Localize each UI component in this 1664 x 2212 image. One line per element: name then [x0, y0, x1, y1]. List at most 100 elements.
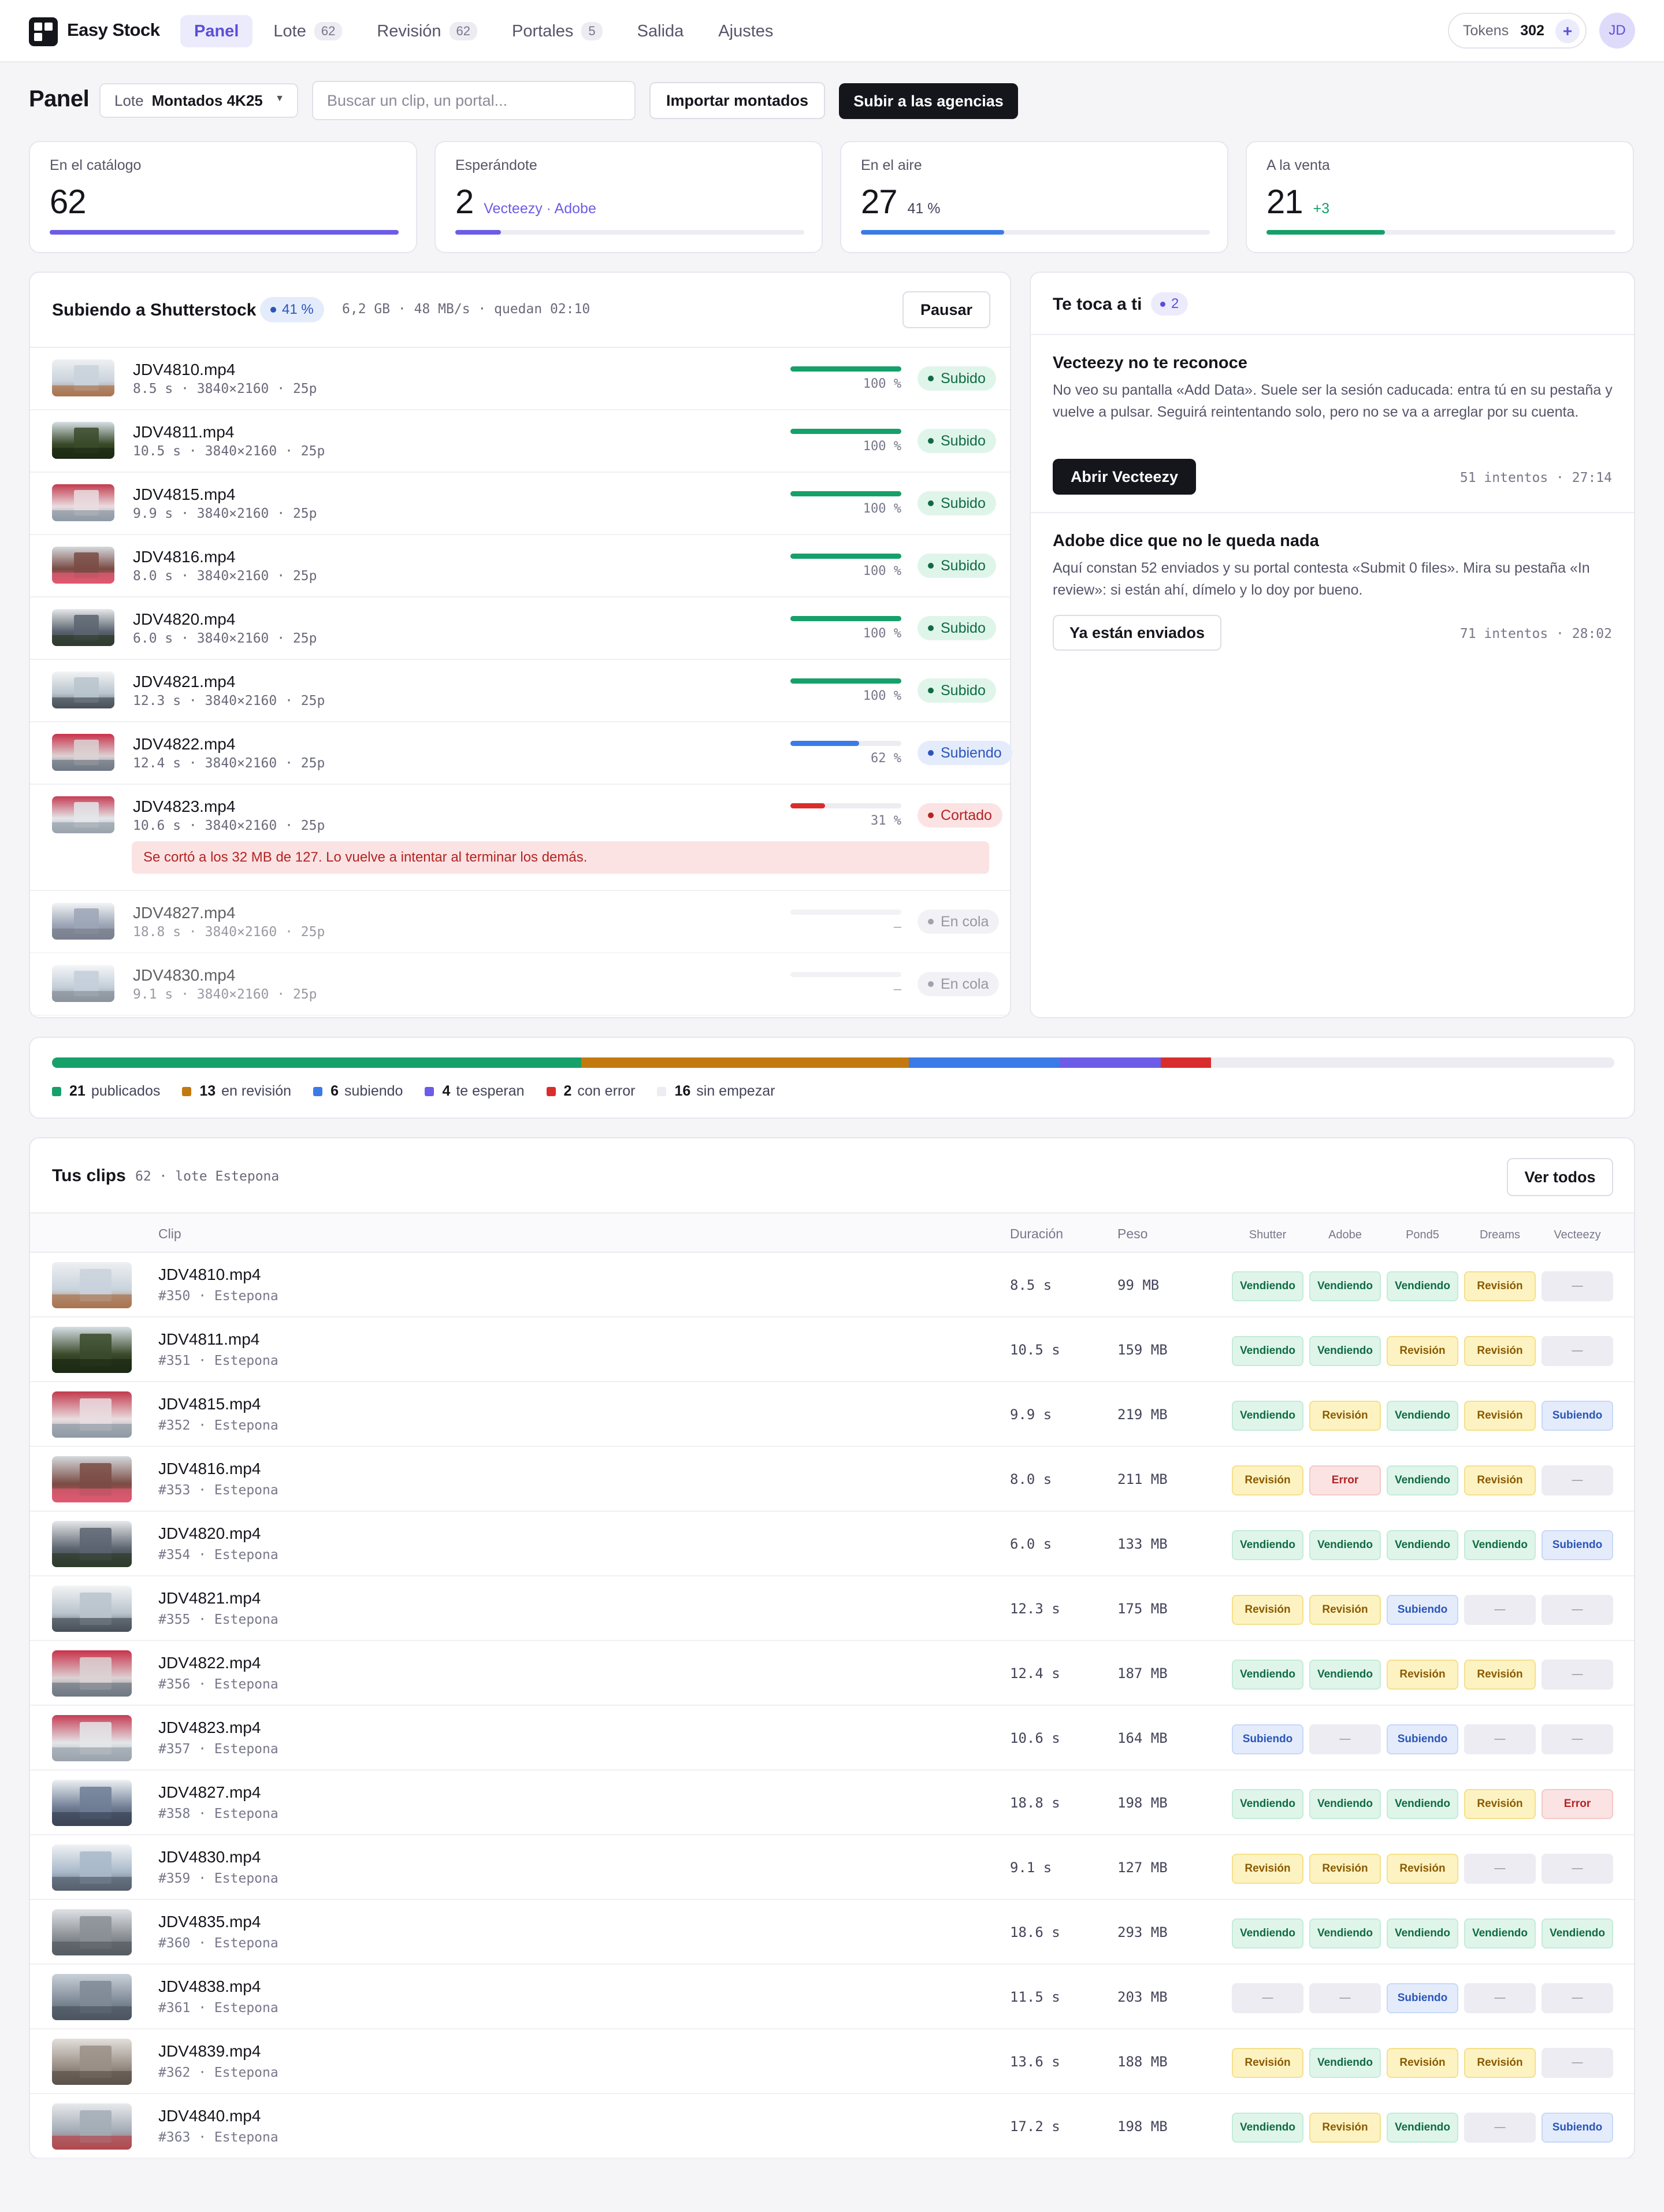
clip-thumbnail[interactable]	[52, 1391, 132, 1438]
table-row[interactable]: JDV4823.mp4 #357 · Estepona 10.6 s 164 MB Su…	[30, 1706, 1634, 1771]
portal-status-badge[interactable]: Subiendo	[1232, 1724, 1303, 1754]
portal-status-badge[interactable]: Vendiendo	[1464, 1918, 1536, 1949]
clip-thumbnail[interactable]	[52, 609, 114, 646]
portal-status-badge[interactable]: Revisión	[1387, 1336, 1458, 1366]
portal-status-badge[interactable]: Revisión	[1309, 1854, 1381, 1884]
portal-status-badge[interactable]: Subiendo	[1542, 1530, 1613, 1560]
upload-row[interactable]: JDV4827.mp4 18.8 s · 3840×2160 · 25p — En c…	[30, 891, 1010, 953]
search-input[interactable]	[312, 81, 636, 120]
nav-item-ajustes[interactable]: Ajustes	[704, 15, 787, 47]
portal-status-badge[interactable]: Error	[1542, 1789, 1613, 1819]
portal-status-badge[interactable]: Revisión	[1232, 1465, 1303, 1495]
avatar[interactable]: JD	[1599, 13, 1635, 49]
table-row[interactable]: JDV4810.mp4 #350 · Estepona 8.5 s 99 MB Vend…	[30, 1253, 1634, 1317]
portal-status-badge[interactable]: Vendiendo	[1309, 1789, 1381, 1819]
column-size[interactable]: Peso	[1117, 1226, 1147, 1242]
portal-status-badge[interactable]: Vendiendo	[1232, 1789, 1303, 1819]
already-sent-button[interactable]: Ya están enviados	[1053, 615, 1221, 651]
portal-status-badge[interactable]: Revisión	[1464, 2048, 1536, 2078]
portal-status-badge[interactable]: Vendiendo	[1232, 1530, 1303, 1560]
portal-status-badge[interactable]: Vendiendo	[1232, 1660, 1303, 1690]
portal-status-badge[interactable]: —	[1464, 2113, 1536, 2143]
clip-thumbnail[interactable]	[52, 422, 114, 459]
portal-status-badge[interactable]: —	[1542, 1336, 1613, 1366]
upload-row[interactable]: JDV4823.mp4 10.6 s · 3840×2160 · 25p 31 % C…	[30, 785, 1010, 891]
portal-status-badge[interactable]: Revisión	[1232, 1854, 1303, 1884]
portal-status-badge[interactable]: Subiendo	[1387, 1724, 1458, 1754]
portal-status-badge[interactable]: Revisión	[1464, 1465, 1536, 1495]
portal-status-badge[interactable]: Vendiendo	[1542, 1918, 1613, 1949]
table-row[interactable]: JDV4840.mp4 #363 · Estepona 17.2 s 198 MB Ve…	[30, 2094, 1634, 2159]
clip-thumbnail[interactable]	[52, 1844, 132, 1891]
open-vecteezy-button[interactable]: Abrir Vecteezy	[1053, 459, 1196, 495]
portal-status-badge[interactable]: Vendiendo	[1309, 1271, 1381, 1301]
clip-thumbnail[interactable]	[52, 2039, 132, 2085]
lote-select[interactable]: Lote Montados 4K25 ▼	[99, 83, 298, 118]
portal-status-badge[interactable]: Vendiendo	[1387, 1530, 1458, 1560]
column-duration[interactable]: Duración	[1010, 1226, 1063, 1242]
clip-thumbnail[interactable]	[52, 1456, 132, 1502]
portal-status-badge[interactable]: —	[1309, 1983, 1381, 2013]
portal-status-badge[interactable]: Revisión	[1464, 1789, 1536, 1819]
portal-status-badge[interactable]: Revisión	[1464, 1401, 1536, 1431]
portal-status-badge[interactable]: —	[1542, 1724, 1613, 1754]
clip-thumbnail[interactable]	[52, 1780, 132, 1826]
portal-status-badge[interactable]: —	[1464, 1595, 1536, 1625]
upload-row[interactable]: JDV4820.mp4 6.0 s · 3840×2160 · 25p 100 % S…	[30, 597, 1010, 660]
table-row[interactable]: JDV4838.mp4 #361 · Estepona 11.5 s 203 MB — —…	[30, 1965, 1634, 2029]
clip-thumbnail[interactable]	[52, 796, 114, 833]
nav-item-portales[interactable]: Portales 5	[498, 15, 616, 47]
upload-row[interactable]: JDV4811.mp4 10.5 s · 3840×2160 · 25p 100 %…	[30, 410, 1010, 473]
portal-status-badge[interactable]: —	[1542, 1854, 1613, 1884]
import-button[interactable]: Importar montados	[649, 82, 825, 119]
clip-thumbnail[interactable]	[52, 484, 114, 521]
portal-status-badge[interactable]: Subiendo	[1542, 2113, 1613, 2143]
portal-status-badge[interactable]: Revisión	[1387, 2048, 1458, 2078]
portal-status-badge[interactable]: —	[1464, 1854, 1536, 1884]
clip-thumbnail[interactable]	[52, 2103, 132, 2150]
add-tokens-button[interactable]: +	[1555, 19, 1580, 43]
portal-status-badge[interactable]: —	[1309, 1724, 1381, 1754]
portal-status-badge[interactable]: Subiendo	[1387, 1595, 1458, 1625]
portal-status-badge[interactable]: —	[1232, 1983, 1303, 2013]
clip-thumbnail[interactable]	[52, 359, 114, 396]
table-row[interactable]: JDV4821.mp4 #355 · Estepona 12.3 s 175 MB Re…	[30, 1576, 1634, 1641]
app-logo-icon[interactable]	[29, 17, 58, 46]
portal-status-badge[interactable]: —	[1464, 1724, 1536, 1754]
portal-status-badge[interactable]: Vendiendo	[1309, 1530, 1381, 1560]
portal-status-badge[interactable]: Revisión	[1464, 1660, 1536, 1690]
portal-status-badge[interactable]: Vendiendo	[1309, 2048, 1381, 2078]
clip-thumbnail[interactable]	[52, 1586, 132, 1632]
portal-status-badge[interactable]: Error	[1309, 1465, 1381, 1495]
clip-thumbnail[interactable]	[52, 547, 114, 584]
portal-status-badge[interactable]: Vendiendo	[1232, 2113, 1303, 2143]
upload-row[interactable]: JDV4810.mp4 8.5 s · 3840×2160 · 25p 100 % S…	[30, 348, 1010, 410]
table-row[interactable]: JDV4816.mp4 #353 · Estepona 8.0 s 211 MB Rev…	[30, 1447, 1634, 1512]
portal-status-badge[interactable]: Vendiendo	[1232, 1401, 1303, 1431]
clip-thumbnail[interactable]	[52, 903, 114, 940]
clip-thumbnail[interactable]	[52, 1650, 132, 1697]
table-row[interactable]: JDV4839.mp4 #362 · Estepona 13.6 s 188 MB Re…	[30, 2029, 1634, 2094]
portal-status-badge[interactable]: Revisión	[1387, 1660, 1458, 1690]
portal-status-badge[interactable]: —	[1542, 1983, 1613, 2013]
pause-button[interactable]: Pausar	[902, 291, 990, 328]
clip-thumbnail[interactable]	[52, 1909, 132, 1955]
table-row[interactable]: JDV4811.mp4 #351 · Estepona 10.5 s 159 MB Ve…	[30, 1317, 1634, 1382]
portal-status-badge[interactable]: Vendiendo	[1309, 1336, 1381, 1366]
portal-status-badge[interactable]: Vendiendo	[1387, 1465, 1458, 1495]
portal-status-badge[interactable]: —	[1542, 1465, 1613, 1495]
portal-status-badge[interactable]: Vendiendo	[1387, 1401, 1458, 1431]
clip-thumbnail[interactable]	[52, 1974, 132, 2020]
upload-row[interactable]: JDV4821.mp4 12.3 s · 3840×2160 · 25p 100 %…	[30, 660, 1010, 722]
portal-status-badge[interactable]: —	[1542, 2048, 1613, 2078]
nav-item-lote[interactable]: Lote 62	[259, 15, 356, 47]
portal-status-badge[interactable]: Vendiendo	[1309, 1918, 1381, 1949]
table-row[interactable]: JDV4835.mp4 #360 · Estepona 18.6 s 293 MB Ve…	[30, 1900, 1634, 1965]
portal-status-badge[interactable]: Vendiendo	[1232, 1918, 1303, 1949]
portal-status-badge[interactable]: Vendiendo	[1232, 1336, 1303, 1366]
portal-status-badge[interactable]: Revisión	[1387, 1854, 1458, 1884]
clip-thumbnail[interactable]	[52, 734, 114, 771]
portal-status-badge[interactable]: Revisión	[1232, 1595, 1303, 1625]
portal-status-badge[interactable]: Vendiendo	[1232, 1271, 1303, 1301]
portal-status-badge[interactable]: Vendiendo	[1387, 1271, 1458, 1301]
